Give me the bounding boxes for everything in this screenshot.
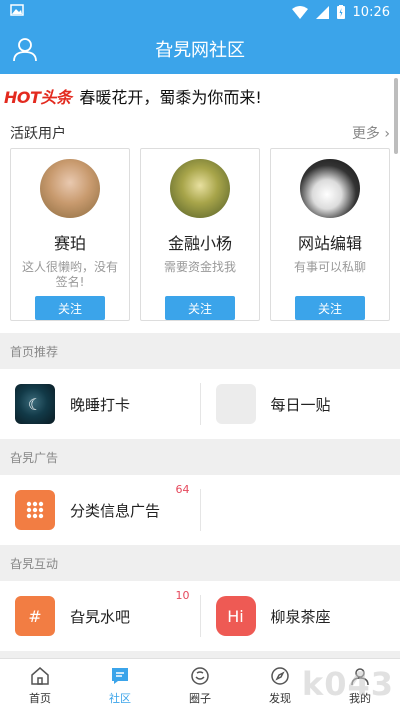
grid-dots-icon [15,490,55,530]
forum-label: 每日一贴 [270,395,331,414]
watermark-logo: k043 [301,665,394,703]
active-users-header: 活跃用户 更多 › [10,118,390,148]
circle-icon [191,666,209,685]
placeholder-icon [215,384,256,424]
page-title: 旮旯网社区 [155,40,245,61]
forum-row: # 旮旯水吧 10 Hi 柳泉茶座 [0,581,400,651]
forum-row: 分类信息广告 64 [0,475,400,545]
user-desc: 这人很懒哟，没有签名! [21,260,118,290]
tab-label: 社区 [109,691,131,705]
home-icon [31,666,49,685]
image-notification-icon [10,4,24,16]
user-card[interactable]: 赛珀 这人很懒哟，没有签名! 关注 [10,148,130,321]
forum-item[interactable]: Hi 柳泉茶座 [199,595,400,637]
forum-label: 柳泉茶座 [270,607,331,626]
tab-home[interactable]: 首页 [0,659,80,711]
avatar[interactable] [40,159,100,219]
avatar[interactable] [170,159,230,219]
group-title: 旮旯广告 [0,439,400,475]
user-cards: 赛珀 这人很懒哟，没有签名! 关注 金融小杨 需要资金找我 关注 网站编辑 有事… [10,148,390,321]
status-bar: 10:26 [0,0,400,24]
status-time: 10:26 [352,4,390,20]
discover-icon [271,666,289,685]
tab-label: 圈子 [189,691,211,705]
scrollbar[interactable] [394,78,398,154]
status-right: 10:26 [291,4,390,20]
follow-button[interactable]: 关注 [165,296,235,320]
follow-button[interactable]: 关注 [35,296,105,320]
tab-community[interactable]: 社区 [80,659,160,711]
main-content[interactable]: HOT头条 春暖花开，蜀黍为你而来! 活跃用户 更多 › 赛珀 这人很懒哟，没有… [0,74,400,658]
hot-headline-logo: HOT头条 [4,88,72,107]
headline-banner[interactable]: HOT头条 春暖花开，蜀黍为你而来! [0,74,400,118]
forum-label: 晚睡打卡 [70,395,131,414]
forum-row: ☾ 晚睡打卡 每日一贴 [0,369,400,439]
user-desc: 有事可以私聊 [293,260,366,275]
follow-button[interactable]: 关注 [295,296,365,320]
user-desc: 需要资金找我 [163,260,236,275]
avatar[interactable] [300,159,360,219]
forum-item[interactable]: 分类信息广告 64 [0,475,200,545]
tab-label: 首页 [29,691,51,705]
chevron-right-icon: › [379,126,390,142]
hi-chat-icon: Hi [215,596,256,636]
user-card[interactable]: 金融小杨 需要资金找我 关注 [140,148,260,321]
user-profile-icon[interactable] [12,36,38,62]
hashtag-chat-icon: # [15,596,55,636]
tab-circle[interactable]: 圈子 [160,659,240,711]
forum-label: 分类信息广告 [70,501,161,520]
empty-cell [199,489,400,531]
battery-icon [336,5,345,19]
forum-item[interactable]: ☾ 晚睡打卡 [0,369,200,439]
user-name: 金融小杨 [167,234,232,254]
forum-label: 旮旯水吧 [70,607,131,626]
headline-text[interactable]: 春暖花开，蜀黍为你而来! [79,84,261,108]
moon-icon: ☾ [15,384,55,424]
forum-item[interactable]: 每日一贴 [199,383,400,425]
more-link[interactable]: 更多 › [352,123,390,143]
more-label: 更多 [351,126,380,142]
app-header: 旮旯网社区 [0,24,400,74]
forum-item[interactable]: # 旮旯水吧 10 [0,581,200,651]
group-title: 旮旯互动 [0,545,400,581]
status-left [10,4,292,20]
count-badge: 10 [175,589,190,602]
count-badge: 64 [175,483,190,496]
tab-label: 发现 [269,691,291,705]
community-icon [112,667,128,684]
wifi-icon [291,5,308,19]
user-card[interactable]: 网站编辑 有事可以私聊 关注 [270,148,390,321]
active-users-section: 活跃用户 更多 › 赛珀 这人很懒哟，没有签名! 关注 金融小杨 需要资金找我 … [0,118,400,333]
group-title: 首页推荐 [0,333,400,369]
user-name: 网站编辑 [297,234,362,254]
user-name: 赛珀 [53,234,86,254]
signal-icon [315,5,329,19]
active-users-title: 活跃用户 [10,126,66,142]
